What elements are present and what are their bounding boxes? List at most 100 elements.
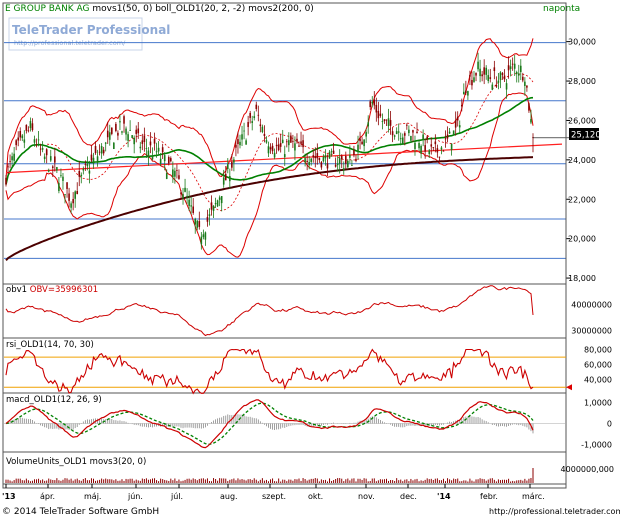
candle-body [39, 148, 42, 150]
candle-body [493, 67, 496, 72]
candle-body [416, 131, 418, 134]
candle-body [58, 183, 60, 191]
candle-body [247, 122, 249, 127]
candle-body [501, 73, 504, 75]
candle-body [153, 138, 156, 144]
candle-body [226, 164, 229, 170]
candle-body [200, 236, 203, 245]
candle-body [460, 104, 463, 107]
candle-body [275, 144, 278, 147]
candle-body [127, 134, 129, 141]
candle-body [363, 139, 365, 147]
candle-body [359, 138, 361, 142]
x-tick-3: jún. [127, 492, 143, 501]
candle-body [481, 74, 483, 77]
candle-body [365, 132, 367, 137]
candle-body [338, 158, 341, 164]
candle-body [351, 165, 353, 166]
candle-body [165, 173, 168, 179]
candle-body [495, 84, 498, 87]
candle-body [383, 119, 386, 121]
candle-body [412, 130, 414, 133]
candle-body [519, 65, 522, 73]
candle-body [125, 128, 127, 135]
candle-body [78, 171, 81, 177]
candle-body [342, 168, 345, 171]
candle-body [477, 61, 479, 70]
candle-body [444, 138, 447, 140]
candle-body [393, 135, 396, 137]
candle-body [192, 206, 194, 213]
candle-body [47, 170, 50, 172]
candle-body [229, 176, 231, 182]
candle-body [483, 67, 485, 75]
candle-body [312, 155, 315, 158]
candle-body [469, 74, 471, 77]
candle-body [371, 101, 374, 104]
candle-body [298, 145, 300, 147]
candle-body [41, 148, 44, 150]
candle-body [320, 162, 323, 168]
x-tick-5: aug. [220, 492, 238, 501]
candle-body [422, 134, 424, 140]
candle-body [208, 214, 211, 217]
candle-body [522, 76, 524, 81]
candle-body [367, 122, 369, 127]
candle-body [80, 174, 83, 177]
candle-body [273, 152, 276, 158]
x-tick-2: máj. [84, 492, 101, 501]
x-tick-8: nov. [358, 492, 375, 501]
candle-body [155, 151, 158, 153]
candle-body [430, 144, 433, 147]
candle-body [442, 150, 445, 152]
candle-body [137, 128, 140, 134]
candle-body [373, 99, 376, 106]
candle-body [318, 158, 321, 161]
macd-tick-0: 1,0000 [584, 398, 612, 407]
candle-body [391, 131, 394, 136]
candle-body [432, 147, 435, 148]
rsi-title: rsi_OLD1(14, 70, 30) [6, 340, 94, 350]
candle-body [5, 177, 7, 185]
candle-body [296, 138, 298, 142]
rsi-tick-0: 80,000 [584, 346, 612, 355]
candle-body [184, 187, 186, 192]
candle-body [379, 113, 382, 116]
candle-body [66, 182, 68, 189]
candle-body [51, 166, 54, 168]
macd-title: macd_OLD1(12, 26, 9) [6, 395, 102, 405]
candle-body [76, 191, 79, 194]
candle-body [387, 118, 390, 126]
candle-body [505, 83, 508, 90]
candle-body [448, 131, 451, 134]
obv-tick-1: 30000000 [571, 327, 612, 336]
candle-body [385, 119, 388, 121]
candle-body [440, 147, 443, 150]
candle-body [54, 156, 56, 163]
candle-body [316, 153, 319, 159]
candle-body [135, 129, 138, 134]
candle-body [204, 232, 207, 240]
candle-body [310, 158, 313, 162]
candle-body [202, 234, 205, 238]
candle-body [507, 65, 510, 71]
candle-body [182, 194, 184, 199]
candle-body [237, 139, 239, 145]
candle-body [511, 63, 514, 65]
candle-body [163, 155, 166, 162]
candle-body [151, 155, 154, 160]
candle-body [401, 137, 404, 144]
candle-body [170, 158, 172, 162]
candle-body [259, 124, 262, 127]
candle-body [263, 133, 266, 137]
candle-body [119, 121, 121, 123]
price-tick-0: 30,000 [568, 38, 596, 47]
candle-body [509, 66, 512, 69]
candle-body [102, 149, 105, 154]
candle-body [336, 163, 339, 166]
svg-text:E GROUP BANK AG movs1(50, 0): E GROUP BANK AG movs1(50, 0) boll_OLD1(2… [5, 4, 314, 14]
candle-body [161, 147, 164, 153]
candle-body [330, 151, 333, 153]
candle-body [434, 141, 437, 145]
candle-body [131, 135, 133, 139]
